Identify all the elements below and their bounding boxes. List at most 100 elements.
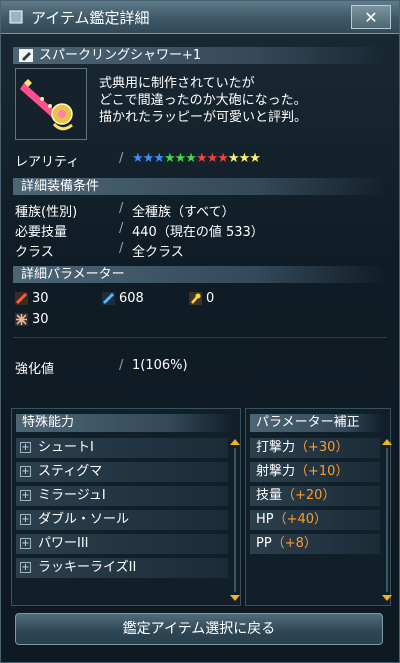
parameter-bonus-panel: パラメーター補正 打撃力（+30） 射撃力（+10） 技量（+20） HP（+4… — [245, 408, 392, 606]
bonus-label: 射撃力 — [256, 464, 296, 479]
special-abilities-panel: 特殊能力 + シュートI + スティグマ + ミラージュI + ダブル・ソール … — [11, 408, 241, 606]
class-value: 全クラス — [132, 245, 184, 260]
parameters-heading: 詳細パラメーター — [21, 267, 125, 282]
ability-row[interactable]: + パワーIII — [16, 534, 228, 554]
ability-row[interactable]: + スティグマ — [16, 462, 228, 482]
expand-plus-icon: + — [20, 490, 31, 501]
technique-attack-value: 0 — [206, 291, 215, 306]
rarity-star-icon: ★ — [195, 151, 208, 166]
bonus-label: 技量 — [256, 488, 283, 503]
divider-slash: / — [119, 201, 124, 216]
ability-name: ミラージュI — [38, 488, 106, 503]
bonus-value: （+10） — [295, 464, 349, 479]
class-label: クラス — [15, 245, 54, 260]
rarity-star-icon: ★ — [217, 151, 229, 166]
requirements-heading: 詳細装備条件 — [21, 179, 100, 194]
requirements-header: 詳細装備条件 — [13, 178, 387, 195]
parameters-header: 詳細パラメーター — [13, 266, 387, 283]
description-line: どこで間違ったのか大砲になった。 — [99, 93, 307, 108]
bonus-row: HP（+40） — [250, 510, 380, 530]
scroll-down-arrow-icon[interactable] — [382, 595, 392, 601]
rarity-star-icon: ★ — [174, 151, 187, 166]
expand-plus-icon: + — [20, 514, 31, 525]
rarity-star-icon: ★ — [142, 151, 155, 166]
ranged-attack-icon — [102, 292, 115, 305]
bonus-value: （+40） — [273, 512, 328, 527]
required-dex-label: 必要技量 — [15, 225, 68, 240]
scroll-track[interactable] — [234, 448, 236, 592]
description-line: 式典用に制作されていたが — [99, 76, 255, 91]
expand-plus-icon: + — [20, 466, 31, 477]
item-description: 式典用に制作されていたが どこで間違ったのか大砲になった。 描かれたラッピーが可… — [99, 75, 307, 126]
launcher-type-icon — [19, 49, 33, 62]
scroll-down-arrow-icon[interactable] — [230, 595, 240, 601]
ability-row[interactable]: + ラッキーライズII — [16, 558, 228, 578]
technique-attack-icon — [189, 292, 202, 305]
item-appraisal-window: アイテム鑑定詳細 ✕ スパークリングシャワー+1 式典用に制作されていたが どこ… — [0, 0, 400, 663]
abilities-scrollbar[interactable] — [230, 439, 240, 601]
enhancement-value: 1(106%) — [132, 358, 188, 373]
window-badge-icon — [9, 10, 23, 24]
ability-name: シュートI — [38, 440, 94, 455]
striking-attack-icon — [15, 292, 28, 305]
bonus-label: 打撃力 — [256, 440, 296, 455]
ability-name: スティグマ — [38, 464, 103, 479]
scroll-up-arrow-icon[interactable] — [382, 439, 392, 445]
bonus-scrollbar[interactable] — [382, 439, 392, 601]
item-name-bar: スパークリングシャワー+1 — [13, 47, 387, 64]
ability-name: ダブル・ソール — [38, 512, 130, 527]
bonus-row: 打撃力（+30） — [250, 438, 380, 458]
enhancement-label: 強化値 — [15, 362, 55, 377]
separator — [13, 337, 387, 338]
parameter-bonus-heading: パラメーター補正 — [256, 415, 360, 430]
race-gender-value: 全種族（すべて） — [132, 205, 235, 220]
divider-slash: / — [119, 358, 124, 373]
scroll-up-arrow-icon[interactable] — [230, 439, 240, 445]
rarity-star-icon: ★ — [238, 151, 251, 166]
rarity-star-icon: ★ — [153, 151, 165, 166]
defense-value: 30 — [32, 312, 49, 327]
bonus-label: HP — [256, 512, 274, 527]
divider-slash: / — [119, 221, 124, 236]
back-to-selection-button[interactable]: 鑑定アイテム選択に戻る — [15, 613, 383, 645]
rarity-label: レアリティ — [15, 155, 80, 170]
description-line: 描かれたラッピーが可愛いと評判。 — [99, 110, 308, 125]
ability-row[interactable]: + シュートI — [16, 438, 228, 458]
rarity-star-icon: ★ — [185, 151, 197, 166]
rarity-stars: ★★★★★★★★★★★★ — [132, 151, 261, 166]
striking-attack-value: 30 — [32, 291, 49, 306]
expand-plus-icon: + — [20, 538, 31, 549]
close-button[interactable]: ✕ — [351, 5, 391, 29]
ability-name: パワーIII — [38, 536, 89, 551]
special-abilities-heading: 特殊能力 — [22, 415, 75, 430]
title-bar: アイテム鑑定詳細 ✕ — [1, 1, 399, 34]
scroll-track[interactable] — [386, 448, 388, 592]
rarity-star-icon: ★ — [206, 151, 219, 166]
special-abilities-header: 特殊能力 — [16, 414, 234, 432]
bonus-value: （+20） — [282, 488, 336, 503]
bonus-row: PP（+8） — [250, 534, 380, 554]
bonus-value: （+30） — [295, 440, 349, 455]
rarity-star-icon: ★ — [132, 151, 144, 166]
ability-name: ラッキーライズII — [38, 560, 137, 575]
bonus-row: 技量（+20） — [250, 486, 380, 506]
sparkling-shower-weapon-icon — [20, 79, 73, 131]
expand-plus-icon: + — [20, 562, 31, 573]
rarity-star-icon: ★ — [163, 151, 176, 166]
divider-slash: / — [119, 241, 124, 256]
bonus-value: （+8） — [271, 536, 317, 551]
ability-row[interactable]: + ミラージュI — [16, 486, 228, 506]
expand-plus-icon: + — [20, 442, 31, 453]
rarity-star-icon: ★ — [249, 151, 261, 166]
race-gender-label: 種族(性別) — [15, 205, 78, 220]
bonus-label: PP — [256, 536, 272, 551]
bonus-row: 射撃力（+10） — [250, 462, 380, 482]
weapon-image — [15, 68, 87, 140]
divider-slash: / — [119, 151, 124, 166]
ability-row[interactable]: + ダブル・ソール — [16, 510, 228, 530]
ranged-attack-value: 608 — [119, 291, 144, 306]
rarity-star-icon: ★ — [227, 151, 240, 166]
close-x-icon: ✕ — [364, 8, 378, 27]
required-dex-value: 440（現在の値 533） — [132, 225, 264, 240]
window-title: アイテム鑑定詳細 — [31, 9, 150, 27]
